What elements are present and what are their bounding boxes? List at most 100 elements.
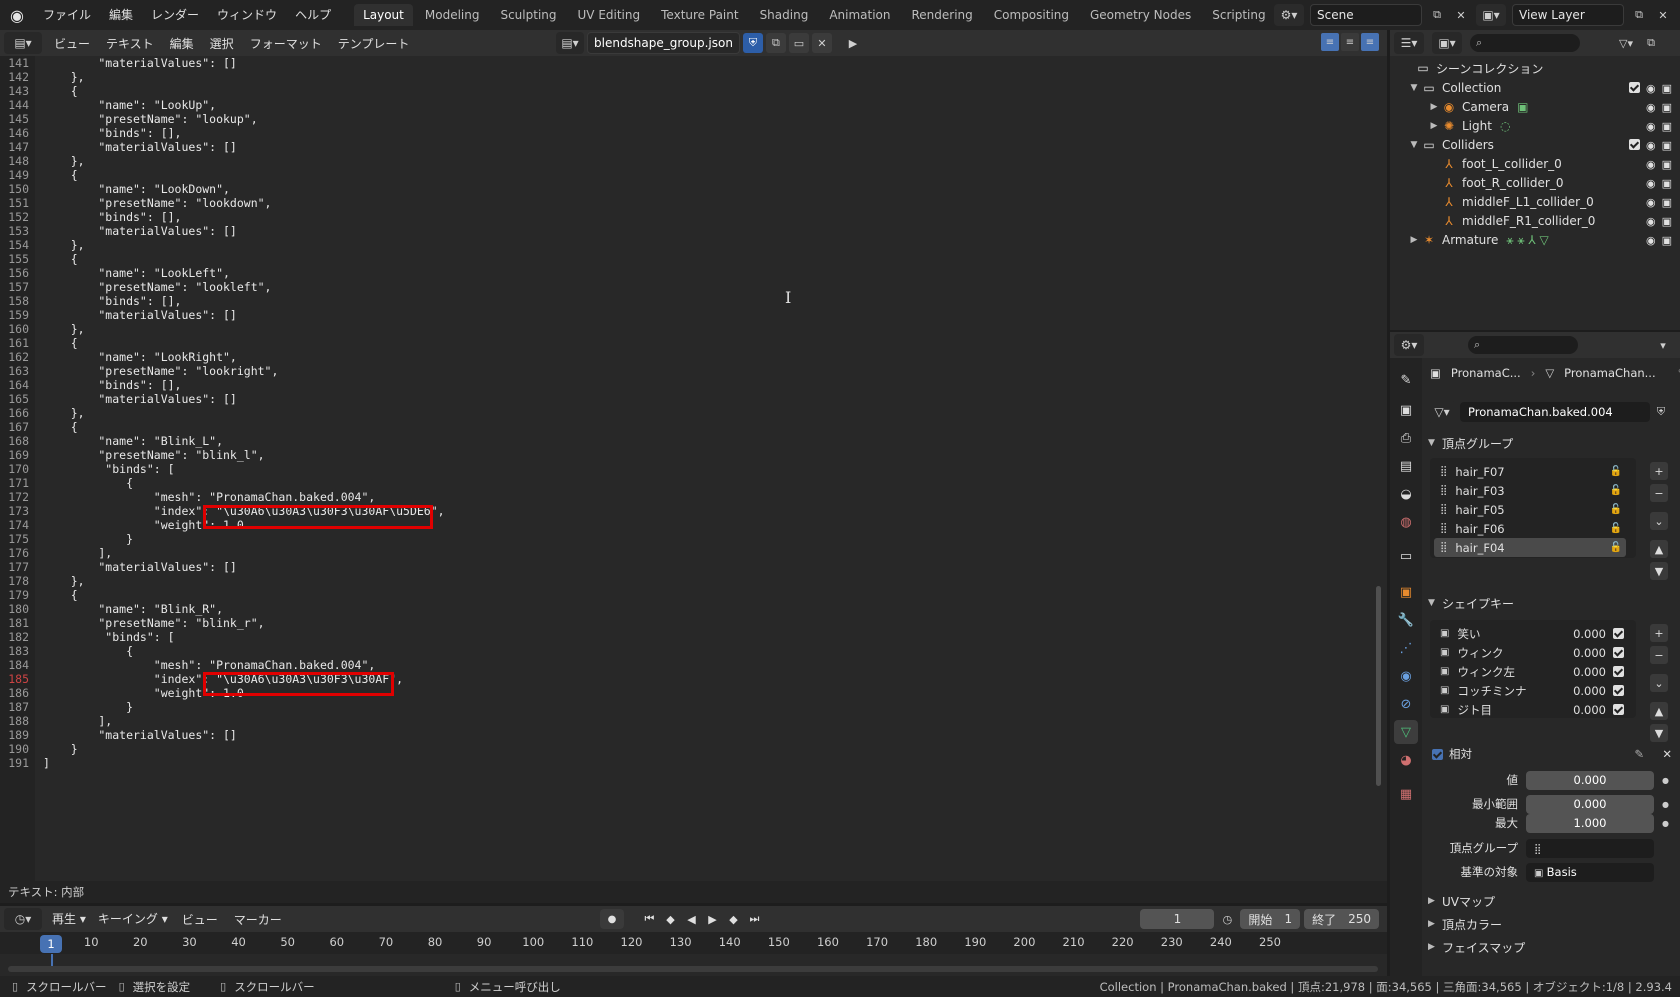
timeline-scrollbar[interactable] — [8, 966, 1378, 972]
output-tab-icon[interactable]: ⎙ — [1394, 426, 1418, 450]
keying-menu[interactable]: キーイング ▾ — [92, 909, 174, 929]
shape-key-value[interactable]: 0.000 — [1573, 646, 1606, 660]
code-line[interactable]: "binds": [], — [43, 126, 181, 141]
physics-tab-icon[interactable]: ◉ — [1394, 664, 1418, 688]
visibility-eye-icon[interactable]: ◉ — [1646, 82, 1656, 95]
code-line[interactable]: "name": "LookRight", — [43, 350, 237, 365]
jump-prev-keyframe-icon[interactable]: ◆ — [661, 910, 680, 929]
shape-key-mute-checkbox[interactable] — [1613, 685, 1624, 696]
outliner-search-input[interactable]: ⌕ — [1470, 34, 1580, 52]
shape-key-mute-checkbox[interactable] — [1613, 704, 1624, 715]
outliner-row[interactable]: ⅄ foot_L_collider_0 ◉ ▣ — [1390, 154, 1680, 174]
code-line[interactable]: { — [43, 168, 78, 183]
render-camera-icon[interactable]: ▣ — [1662, 234, 1672, 247]
scene-field[interactable]: Scene — [1310, 4, 1422, 26]
outliner-row[interactable]: ⅄ foot_R_collider_0 ◉ ▣ — [1390, 173, 1680, 193]
text-editor-menu-item[interactable]: テンプレート — [330, 35, 418, 52]
timeline-editor-type-button[interactable]: ◷▾ — [4, 908, 42, 930]
line-numbers-toggle-icon[interactable]: ≡ — [1321, 33, 1339, 51]
add-shape-key-icon[interactable]: + — [1650, 624, 1668, 642]
new-text-icon[interactable]: ⧉ — [765, 33, 786, 53]
delete-scene-icon[interactable]: ✕ — [1452, 6, 1470, 24]
shape-key-value[interactable]: 0.000 — [1573, 665, 1606, 679]
code-line[interactable]: ], — [43, 546, 112, 561]
code-line[interactable]: "presetName": "blink_r", — [43, 616, 264, 631]
text-editor-menu-item[interactable]: 選択 — [202, 35, 242, 52]
render-camera-icon[interactable]: ▣ — [1662, 101, 1672, 114]
shape-key-item[interactable]: ▣ ジト目 0.000 — [1434, 700, 1626, 719]
render-camera-icon[interactable]: ▣ — [1662, 158, 1672, 171]
render-camera-icon[interactable]: ▣ — [1662, 139, 1672, 152]
keyframe-dot-icon[interactable]: ● — [1662, 776, 1669, 785]
unlock-icon[interactable]: 🔓 — [1610, 485, 1622, 496]
collapse-arrow-icon[interactable]: ▼ — [1408, 83, 1420, 93]
unlock-icon[interactable]: 🔓 — [1610, 523, 1622, 534]
visibility-eye-icon[interactable]: ◉ — [1646, 120, 1656, 133]
vertex-group-item[interactable]: ⣿ hair_F06 🔓 — [1434, 519, 1626, 538]
value-field[interactable]: 0.000 — [1526, 770, 1654, 790]
play-icon[interactable]: ▶ — [703, 910, 722, 929]
remove-vertex-group-icon[interactable]: − — [1650, 484, 1668, 502]
text-browse-icon[interactable]: ▤▾ — [556, 32, 584, 54]
mesh-datablock-selector[interactable]: ▽▾ PronamaChan.baked.004 ⛨ — [1428, 401, 1670, 423]
code-line[interactable]: "binds": [], — [43, 378, 181, 393]
code-line[interactable]: "binds": [ — [43, 462, 174, 477]
code-line[interactable]: "materialValues": [] — [43, 308, 237, 323]
code-line[interactable]: }, — [43, 154, 85, 169]
range-min-field[interactable]: 0.000 — [1526, 794, 1654, 814]
view-layer-tab-icon[interactable]: ▤ — [1394, 454, 1418, 478]
outliner-row[interactable]: ⅄ middleF_L1_collider_0 ◉ ▣ — [1390, 192, 1680, 212]
visibility-eye-icon[interactable]: ◉ — [1646, 158, 1656, 171]
code-line[interactable]: { — [43, 252, 78, 267]
visibility-eye-icon[interactable]: ◉ — [1646, 101, 1656, 114]
filter-icon[interactable]: ▽▾ — [1614, 34, 1638, 52]
code-line[interactable]: "presetName": "lookup", — [43, 112, 257, 127]
unlock-icon[interactable]: 🔓 — [1610, 504, 1622, 515]
shape-keys-panel-header[interactable]: ▼ シェイプキー — [1428, 592, 1674, 614]
top-menu-item[interactable]: 編集 — [100, 0, 142, 30]
workspace-tab[interactable]: Sculpting — [491, 4, 565, 26]
clear-shape-icon[interactable]: ✕ — [1662, 747, 1672, 761]
view-layer-field[interactable]: View Layer — [1512, 4, 1624, 26]
workspace-tab[interactable]: Compositing — [985, 4, 1078, 26]
text-editor-menu-item[interactable]: フォーマット — [242, 35, 330, 52]
view-layer-selector-icon[interactable]: ▣▾ — [1476, 4, 1506, 26]
editor-type-button[interactable]: ▤▾ — [4, 32, 42, 54]
code-line[interactable]: "binds": [ — [43, 630, 174, 645]
workspace-tab[interactable]: Layout — [354, 4, 413, 26]
shape-key-item[interactable]: ▣ 笑い 0.000 — [1434, 624, 1626, 643]
delete-view-layer-icon[interactable]: ✕ — [1654, 6, 1672, 24]
play-reverse-icon[interactable]: ◀ — [682, 910, 701, 929]
expand-arrow-icon[interactable]: ▶ — [1408, 235, 1420, 245]
code-line[interactable]: "materialValues": [] — [43, 728, 237, 743]
timeline-marker-menu[interactable]: マーカー — [226, 911, 290, 928]
visibility-eye-icon[interactable]: ◉ — [1646, 177, 1656, 190]
render-camera-icon[interactable]: ▣ — [1662, 177, 1672, 190]
shape-key-list[interactable]: ▣ 笑い 0.000 ▣ ウィンク 0.000 ▣ ウィンク左 0.000 ▣ コッチミンナ 0.00… — [1430, 620, 1636, 718]
render-tab-icon[interactable]: ▣ — [1394, 398, 1418, 422]
code-line[interactable]: }, — [43, 322, 85, 337]
uv-maps-panel-header[interactable]: ▶ UVマップ — [1428, 890, 1674, 912]
collection-tab-icon[interactable]: ▭ — [1394, 544, 1418, 568]
word-wrap-toggle-icon[interactable]: ≡ — [1341, 33, 1359, 51]
code-line[interactable]: } — [43, 700, 133, 715]
outliner-row[interactable]: ▶ ✺ Light ◌ ◉ ▣ — [1390, 116, 1680, 136]
vertex-group-item[interactable]: ⣿ hair_F03 🔓 — [1434, 481, 1626, 500]
code-line[interactable]: "name": "LookUp", — [43, 98, 216, 113]
open-text-icon[interactable]: ▭ — [788, 33, 809, 53]
modifier-tab-icon[interactable]: 🔧 — [1394, 608, 1418, 632]
code-line[interactable]: "mesh": "PronamaChan.baked.004", — [43, 490, 376, 505]
code-line[interactable]: "name": "Blink_L", — [43, 434, 223, 449]
display-mode-button[interactable]: ▣▾ — [1432, 32, 1462, 54]
expand-arrow-icon[interactable]: ▶ — [1428, 102, 1440, 112]
workspace-tab[interactable]: Rendering — [903, 4, 982, 26]
light-data-icon[interactable]: ◌ — [1500, 119, 1510, 133]
workspace-tab[interactable]: Animation — [820, 4, 899, 26]
vertex-group-item[interactable]: ⣿ hair_F04 🔓 — [1434, 538, 1626, 557]
shape-key-item[interactable]: ▣ ウィンク 0.000 — [1434, 643, 1626, 662]
vertex-group-item[interactable]: ⣿ hair_F05 🔓 — [1434, 500, 1626, 519]
workspace-tab[interactable]: Modeling — [416, 4, 489, 26]
render-camera-icon[interactable]: ▣ — [1662, 120, 1672, 133]
code-line[interactable]: }, — [43, 70, 85, 85]
timeline-view-menu[interactable]: ビュー — [174, 911, 226, 928]
